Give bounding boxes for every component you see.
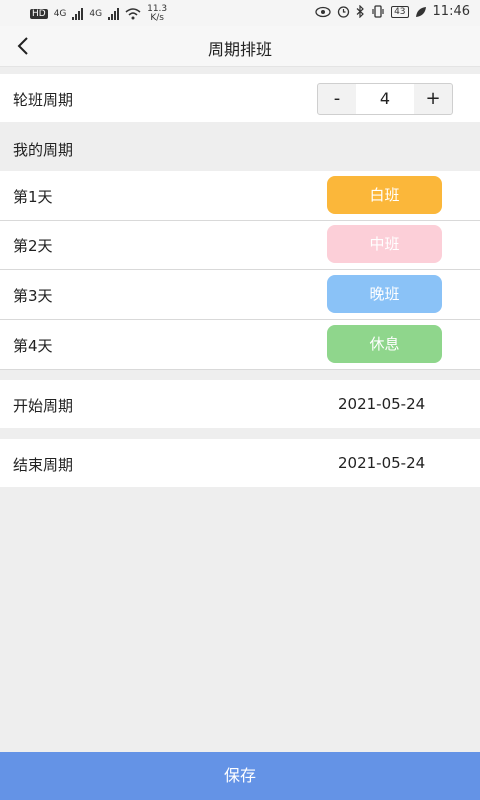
save-button[interactable]: 保存	[0, 752, 480, 800]
network-speed: 11.3 K/s	[147, 5, 167, 23]
days-list: 第1天 白班 第2天 中班 第3天 晚班 第4天 休息	[0, 171, 480, 370]
decrement-button[interactable]: -	[318, 84, 356, 114]
cycle-length-label: 轮班周期	[13, 91, 74, 109]
cycle-stepper: - 4 +	[317, 83, 453, 115]
status-right: 43 11:46	[315, 4, 470, 19]
shift-button-night-shift[interactable]: 晚班	[327, 275, 442, 313]
vibrate-icon	[372, 5, 384, 18]
day-label: 第1天	[13, 188, 53, 206]
end-cycle-date[interactable]: 2021-05-24	[338, 454, 425, 472]
network-label-2: 4G	[89, 8, 103, 19]
page-title: 周期排班	[207, 40, 272, 59]
start-cycle-label: 开始周期	[13, 397, 74, 415]
shift-button-middle-shift[interactable]: 中班	[327, 225, 442, 263]
leaf-icon	[415, 6, 426, 17]
alarm-icon	[337, 6, 350, 18]
wifi-icon	[125, 8, 141, 20]
shift-button-day-shift[interactable]: 白班	[327, 176, 442, 214]
day-row-1: 第1天 白班	[0, 171, 480, 221]
status-time: 11:46	[432, 4, 470, 19]
day-row-2: 第2天 中班	[0, 220, 480, 270]
end-cycle-label: 结束周期	[13, 456, 74, 474]
start-cycle-row[interactable]: 开始周期 2021-05-24	[0, 380, 480, 428]
status-left: HD 4G 4G 11.3 K/s	[30, 5, 167, 23]
day-row-4: 第4天 休息	[0, 320, 480, 370]
cycle-value[interactable]: 4	[356, 84, 414, 114]
day-label: 第4天	[13, 337, 53, 355]
my-cycle-title: 我的周期	[13, 141, 74, 159]
end-cycle-row[interactable]: 结束周期 2021-05-24	[0, 439, 480, 487]
eye-icon	[315, 6, 331, 17]
network-label-1: 4G	[53, 8, 67, 19]
shift-button-rest[interactable]: 休息	[327, 325, 442, 363]
network-speed-unit: K/s	[150, 13, 164, 23]
start-cycle-date[interactable]: 2021-05-24	[338, 395, 425, 413]
cycle-length-row: 轮班周期 - 4 +	[0, 74, 480, 122]
increment-button[interactable]: +	[414, 84, 452, 114]
status-bar: HD 4G 4G 11.3 K/s 43 11:46	[0, 0, 480, 26]
signal-icon-2	[108, 8, 120, 20]
day-label: 第3天	[13, 287, 53, 305]
hd-badge: HD	[30, 9, 48, 19]
app-header: 周期排班	[0, 26, 480, 67]
signal-icon	[72, 8, 84, 20]
day-label: 第2天	[13, 237, 53, 255]
day-row-3: 第3天 晚班	[0, 270, 480, 320]
battery-icon: 43	[391, 5, 409, 18]
bluetooth-icon	[356, 5, 364, 18]
